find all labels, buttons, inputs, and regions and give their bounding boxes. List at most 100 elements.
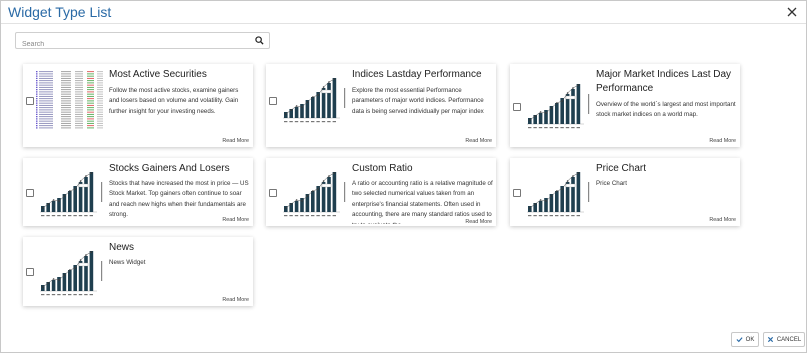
thumb-row-cell (97, 93, 103, 95)
widget-checkbox[interactable] (26, 268, 34, 276)
read-more-link[interactable]: Read More (222, 138, 249, 144)
thumb-row-cell (87, 104, 94, 106)
widget-card-most-active[interactable]: Most Active Securities Follow the most a… (23, 64, 253, 147)
thumb-tick (68, 294, 72, 296)
thumb-row-cell (61, 100, 71, 102)
thumb-bar (73, 186, 77, 212)
widget-checkbox[interactable] (269, 97, 277, 105)
thumb-point (317, 94, 319, 96)
thumb-bar (327, 83, 331, 118)
read-more-link[interactable]: Read More (709, 217, 736, 223)
widget-card-major-market[interactable]: Major Market Indices Last Day Performanc… (510, 64, 740, 147)
widget-checkbox[interactable] (26, 97, 34, 105)
thumb-bar (316, 186, 320, 212)
read-more-link[interactable]: Read More (465, 219, 492, 225)
thumb-row-cell (75, 98, 83, 100)
thumb-tick (544, 127, 548, 129)
ok-button[interactable]: OK (731, 332, 759, 347)
thumb-row-cell (39, 91, 53, 93)
thumb-row-marker (36, 98, 38, 100)
read-more-link[interactable]: Read More (709, 138, 736, 144)
thumb-row-cell (97, 111, 103, 113)
thumb-label (78, 262, 89, 267)
thumb-row-cell (61, 84, 71, 86)
read-more-link[interactable]: Read More (465, 138, 492, 144)
widget-checkbox[interactable] (269, 189, 277, 197)
thumb-bar (84, 256, 88, 291)
thumb-row-cell (87, 118, 94, 120)
widget-card-custom-ratio[interactable]: Custom Ratio A ratio or accounting ratio… (266, 158, 496, 226)
thumb-tick (321, 121, 326, 123)
thumb-row-cell (97, 75, 103, 77)
thumb-row-cell (87, 116, 94, 118)
thumb-row-cell (97, 73, 103, 75)
thumb-point (539, 199, 542, 201)
thumb-row-cell (75, 86, 83, 88)
thumb-tick (68, 215, 72, 217)
thumb-point (63, 274, 66, 276)
thumb-row-cell (61, 102, 71, 104)
thumb-tick (294, 121, 299, 123)
thumb-tick (316, 215, 320, 217)
thumb-row-cell (75, 102, 83, 104)
thumb-bar (332, 78, 337, 118)
thumb-row-marker (36, 120, 38, 122)
thumb-row-cell (87, 102, 94, 104)
thumb-tick (528, 127, 532, 129)
search-icon[interactable] (255, 36, 264, 45)
thumb-tick (555, 127, 559, 129)
thumb-row-cell (39, 89, 53, 91)
thumb-point (529, 207, 531, 209)
thumb-row-marker (36, 84, 38, 86)
thumb-row-marker (36, 127, 38, 129)
thumb-row-marker (36, 89, 38, 91)
widget-checkbox[interactable] (513, 103, 521, 111)
thumb-tick (289, 215, 293, 217)
thumb-axis-title (101, 182, 103, 202)
thumb-tick (300, 121, 304, 123)
widget-card-price-chart[interactable]: Price Chart Price Chart Read More (510, 158, 740, 226)
thumb-row-cell (75, 127, 83, 129)
thumb-bar (538, 201, 543, 212)
thumb-tick (41, 215, 45, 217)
thumb-point (577, 84, 580, 86)
thumb-point (333, 78, 336, 80)
thumb-point (290, 109, 292, 111)
widget-checkbox[interactable] (513, 189, 521, 197)
widget-checkbox[interactable] (26, 189, 34, 197)
widget-description: Explore the most essential Performance p… (352, 87, 484, 115)
thumb-tick (41, 294, 45, 296)
search-input[interactable] (16, 37, 246, 52)
widget-description: News Widget (109, 259, 146, 266)
thumb-row-cell (75, 118, 83, 120)
widget-card-indices-lastday[interactable]: Indices Lastday Performance Explore the … (266, 64, 496, 147)
close-icon[interactable] (786, 6, 798, 18)
read-more-link[interactable]: Read More (222, 297, 249, 303)
thumb-row-cell (61, 93, 71, 95)
check-icon (736, 337, 743, 343)
thumb-bar (538, 113, 543, 124)
thumb-tick (576, 127, 580, 129)
thumb-row-cell (87, 75, 94, 77)
thumb-row-cell (39, 109, 53, 111)
thumb-point (90, 251, 93, 253)
thumb-point (47, 282, 49, 284)
read-more-link[interactable]: Read More (222, 217, 249, 223)
thumb-label (565, 95, 576, 100)
thumb-bar (51, 201, 56, 212)
thumb-tick (533, 215, 537, 217)
thumb-row-marker (36, 75, 38, 77)
thumb-row-marker (36, 116, 38, 118)
widget-card-news[interactable]: News News Widget Read More (23, 237, 253, 306)
cancel-button[interactable]: CANCEL (763, 332, 805, 347)
thumb-bar (294, 201, 299, 212)
thumb-point (69, 269, 71, 271)
thumb-row-cell (39, 125, 53, 127)
thumb-row-cell (61, 82, 71, 84)
thumb-tick (46, 294, 50, 296)
widget-card-gainers-losers[interactable]: Stocks Gainers And Losers Stocks that ha… (23, 158, 253, 226)
thumb-row-cell (61, 122, 71, 124)
table-thumbnail (35, 70, 105, 130)
thumb-row-cell (61, 77, 71, 79)
thumb-row-cell (61, 107, 71, 109)
